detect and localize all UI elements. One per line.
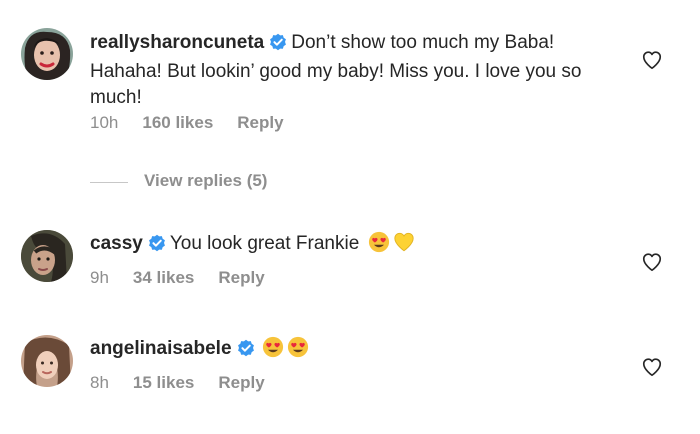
heart-outline-icon[interactable] [641, 49, 663, 71]
avatar[interactable] [21, 230, 73, 282]
reply-button[interactable]: Reply [218, 268, 264, 287]
comment-body: cassy You look great Frankie [90, 231, 630, 261]
comment-time[interactable]: 9h [90, 268, 109, 287]
avatar[interactable] [21, 335, 73, 387]
comment-username[interactable]: angelinaisabele [90, 338, 232, 359]
verified-badge-icon [269, 33, 287, 59]
heart-outline-icon[interactable] [641, 356, 663, 378]
comment-meta: 8h 15 likes Reply [90, 373, 289, 393]
verified-badge-icon [237, 339, 255, 365]
reply-button[interactable]: Reply [218, 373, 264, 392]
comment-body: angelinaisabele [90, 336, 630, 366]
comment-body: reallysharoncuneta Don’t show too much my… [90, 30, 630, 111]
comment-text: You look great Frankie [169, 233, 360, 254]
comment-meta: 9h 34 likes Reply [90, 268, 289, 288]
comment-likes[interactable]: 34 likes [133, 268, 194, 287]
yellow-heart-emoji [393, 231, 415, 261]
reply-button[interactable]: Reply [237, 113, 283, 132]
comment-likes[interactable]: 160 likes [142, 113, 213, 132]
comment-username[interactable]: reallysharoncuneta [90, 32, 264, 53]
heart-eyes-emoji [287, 336, 309, 366]
heart-eyes-emoji [368, 231, 390, 261]
divider [90, 182, 128, 183]
verified-badge-icon [148, 234, 166, 260]
heart-outline-icon[interactable] [641, 251, 663, 273]
avatar[interactable] [21, 28, 73, 80]
comment-time[interactable]: 8h [90, 373, 109, 392]
comment-likes[interactable]: 15 likes [133, 373, 194, 392]
comment-time[interactable]: 10h [90, 113, 118, 132]
heart-eyes-emoji [262, 336, 284, 366]
comment-meta: 10h 160 likes Reply [90, 113, 308, 133]
comment-username[interactable]: cassy [90, 233, 143, 254]
view-replies-label: View replies (5) [144, 171, 268, 190]
